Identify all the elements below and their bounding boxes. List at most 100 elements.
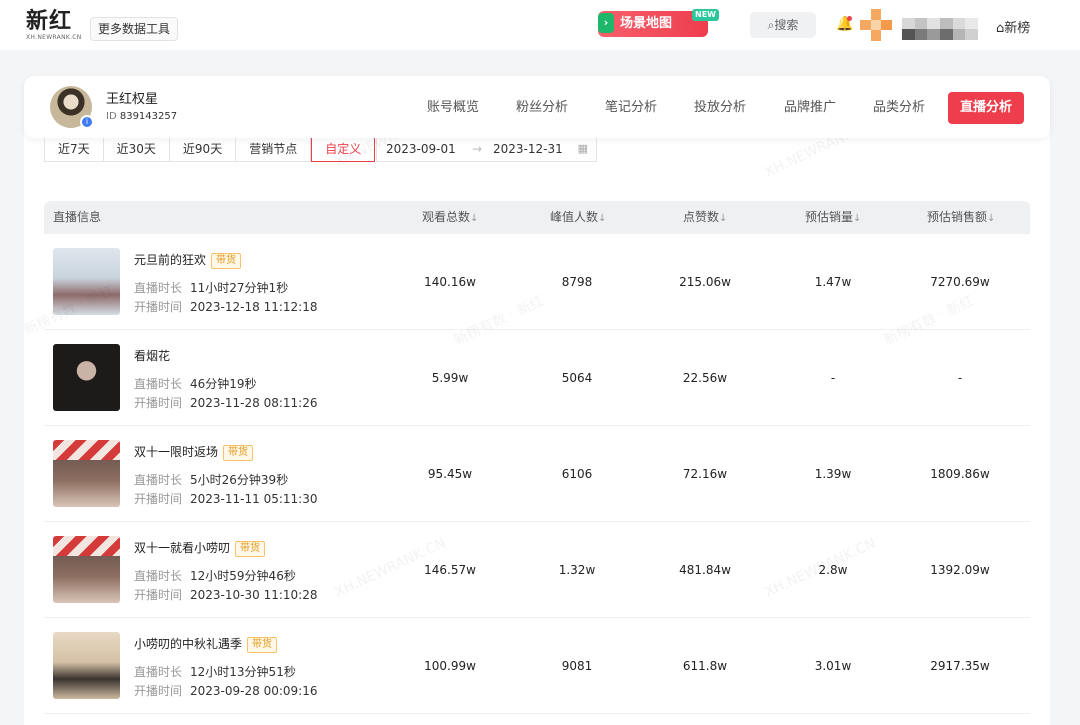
filter-7-days[interactable]: 近7天 bbox=[44, 136, 104, 162]
table-row[interactable]: 双十一限时返场 带货 直播时长 5小时26分钟39秒 开播时间 2023-11-11 … bbox=[44, 426, 1030, 522]
table-row[interactable]: 看烟花 直播时长 46分钟19秒 开播时间 2023-11-28 08:11:26 … bbox=[44, 330, 1030, 426]
scene-map-label: 场景地图 bbox=[620, 16, 673, 31]
filter-custom[interactable]: 自定义 bbox=[311, 136, 376, 162]
sort-icon: ↓ bbox=[598, 213, 607, 224]
column-label: 观看总数 bbox=[422, 210, 471, 224]
duration-label: 直播时长 bbox=[134, 377, 183, 391]
filter-90-days[interactable]: 近90天 bbox=[169, 136, 237, 162]
live-cover-image[interactable] bbox=[53, 536, 120, 603]
live-title[interactable]: 双十一限时返场 带货 bbox=[134, 443, 254, 461]
top-bar: 新红 XH.NEWRANK.CN 更多数据工具 › 场景地图 NEW ⌕搜索 🔔… bbox=[0, 0, 1080, 50]
filter-30-days[interactable]: 近30天 bbox=[103, 136, 170, 162]
likes-value: 481.84w bbox=[679, 563, 731, 577]
start-date[interactable]: 2023-09-01 bbox=[386, 137, 456, 161]
views-value: 100.99w bbox=[424, 659, 476, 673]
likes-value: 22.56w bbox=[682, 371, 728, 385]
profile-id-value: 839143257 bbox=[119, 111, 178, 122]
search-button[interactable]: ⌕搜索 bbox=[750, 12, 816, 38]
table-row[interactable]: 元旦前的狂欢 带货 直播时长 11小时27分钟1秒 开播时间 2023-12-18 1… bbox=[44, 234, 1030, 330]
start-label: 开播时间 bbox=[134, 684, 183, 698]
duration-line: 直播时长 12小时13分钟51秒 bbox=[134, 663, 296, 680]
start-time-line: 开播时间 2023-10-30 11:10:28 bbox=[134, 586, 317, 603]
column-peak[interactable]: 峰值人数↓ bbox=[550, 201, 606, 235]
column-live-info: 直播信息 bbox=[53, 210, 102, 224]
tab-placement-analysis[interactable]: 投放分析 bbox=[694, 92, 746, 124]
sales-value: 3.01w bbox=[814, 659, 852, 673]
revenue-value: 1809.86w bbox=[930, 467, 990, 481]
sales-tag: 带货 bbox=[235, 540, 266, 557]
profile-id-label: ID bbox=[106, 111, 117, 122]
sort-icon: ↓ bbox=[719, 213, 728, 224]
column-likes[interactable]: 点赞数↓ bbox=[683, 201, 727, 235]
peak-value: 8798 bbox=[561, 275, 593, 289]
views-value: 140.16w bbox=[424, 275, 476, 289]
views-value: 95.45w bbox=[427, 467, 473, 481]
live-title[interactable]: 元旦前的狂欢 带货 bbox=[134, 251, 242, 269]
live-cover-image[interactable] bbox=[53, 632, 120, 699]
revenue-value: 7270.69w bbox=[930, 275, 990, 289]
revenue-value: 1392.09w bbox=[930, 563, 990, 577]
start-time-line: 开播时间 2023-12-18 11:12:18 bbox=[134, 298, 317, 315]
live-cover-image[interactable] bbox=[53, 344, 120, 411]
bell-icon[interactable]: 🔔 bbox=[836, 16, 853, 32]
live-title[interactable]: 看烟花 bbox=[134, 347, 170, 364]
live-cover-image[interactable] bbox=[53, 248, 120, 315]
profile-card: i 王红权星 ID 839143257 账号概览 粉丝分析 笔记分析 投放分析 … bbox=[24, 76, 1050, 138]
logo[interactable]: 新红 XH.NEWRANK.CN bbox=[26, 10, 82, 42]
sales-tag: 带货 bbox=[223, 444, 254, 461]
start-label: 开播时间 bbox=[134, 588, 183, 602]
tab-notes-analysis[interactable]: 笔记分析 bbox=[605, 92, 657, 124]
column-label: 预估销量 bbox=[805, 210, 854, 224]
table-header: 直播信息 观看总数↓ 峰值人数↓ 点赞数↓ 预估销量↓ 预估销售额↓ bbox=[44, 201, 1030, 234]
sales-value: - bbox=[830, 371, 836, 385]
date-range-picker[interactable]: 2023-09-01 → 2023-12-31 ▦ bbox=[376, 136, 597, 162]
more-tools-button[interactable]: 更多数据工具 bbox=[90, 17, 179, 41]
verified-icon: i bbox=[80, 115, 94, 129]
column-label: 点赞数 bbox=[683, 210, 720, 224]
user-name-mosaic bbox=[902, 18, 978, 40]
sales-value: 1.39w bbox=[814, 467, 852, 481]
likes-value: 215.06w bbox=[679, 275, 731, 289]
duration-line: 直播时长 12小时59分钟46秒 bbox=[134, 567, 296, 584]
filter-marketing-nodes[interactable]: 营销节点 bbox=[236, 136, 312, 162]
start-value: 2023-09-28 00:09:16 bbox=[190, 684, 318, 698]
tab-fans-analysis[interactable]: 粉丝分析 bbox=[516, 92, 568, 124]
revenue-value: 2917.35w bbox=[930, 659, 990, 673]
tab-brand-promotion[interactable]: 品牌推广 bbox=[784, 92, 836, 124]
column-label: 预估销售额 bbox=[927, 210, 988, 224]
newrank-label: 新榜 bbox=[1004, 21, 1031, 36]
tab-account-overview[interactable]: 账号概览 bbox=[427, 92, 479, 124]
scene-map-button[interactable]: › 场景地图 NEW bbox=[598, 9, 719, 37]
duration-line: 直播时长 11小时27分钟1秒 bbox=[134, 279, 288, 296]
logo-subtext: XH.NEWRANK.CN bbox=[26, 34, 82, 41]
duration-label: 直播时长 bbox=[134, 665, 183, 679]
profile-name[interactable]: 王红权星 bbox=[106, 88, 158, 107]
end-date[interactable]: 2023-12-31 bbox=[493, 137, 563, 161]
live-title[interactable]: 双十一就看小唠叨 带货 bbox=[134, 539, 266, 557]
start-time-line: 开播时间 2023-09-28 00:09:16 bbox=[134, 682, 317, 699]
start-label: 开播时间 bbox=[134, 396, 183, 410]
column-est-sales[interactable]: 预估销量↓ bbox=[805, 201, 861, 235]
duration-value: 12小时59分钟46秒 bbox=[190, 569, 296, 583]
sort-icon: ↓ bbox=[987, 213, 996, 224]
tab-category-analysis[interactable]: 品类分析 bbox=[873, 92, 925, 124]
sort-icon: ↓ bbox=[470, 213, 479, 224]
user-avatar[interactable] bbox=[860, 9, 892, 41]
likes-value: 611.8w bbox=[682, 659, 728, 673]
views-value: 5.99w bbox=[431, 371, 469, 385]
live-title[interactable]: 小唠叨的中秋礼遇季 带货 bbox=[134, 635, 278, 653]
tab-live-analysis[interactable]: 直播分析 bbox=[948, 92, 1024, 124]
column-est-revenue[interactable]: 预估销售额↓ bbox=[927, 201, 995, 235]
table-row[interactable]: 小唠叨的中秋礼遇季 带货 直播时长 12小时13分钟51秒 开播时间 2023-09-… bbox=[44, 618, 1030, 714]
notification-dot bbox=[847, 16, 852, 21]
table-row[interactable]: 双十一就看小唠叨 带货 直播时长 12小时59分钟46秒 开播时间 2023-10-3… bbox=[44, 522, 1030, 618]
logo-text: 新红 bbox=[26, 9, 73, 34]
profile-avatar[interactable]: i bbox=[50, 86, 94, 129]
peak-value: 5064 bbox=[561, 371, 593, 385]
live-cover-image[interactable] bbox=[53, 440, 120, 507]
sales-value: 1.47w bbox=[814, 275, 852, 289]
column-views[interactable]: 观看总数↓ bbox=[422, 201, 478, 235]
newrank-link[interactable]: ⌂新榜 bbox=[996, 17, 1030, 36]
live-title-text: 双十一就看小唠叨 bbox=[134, 541, 231, 555]
start-value: 2023-12-18 11:12:18 bbox=[190, 300, 318, 314]
